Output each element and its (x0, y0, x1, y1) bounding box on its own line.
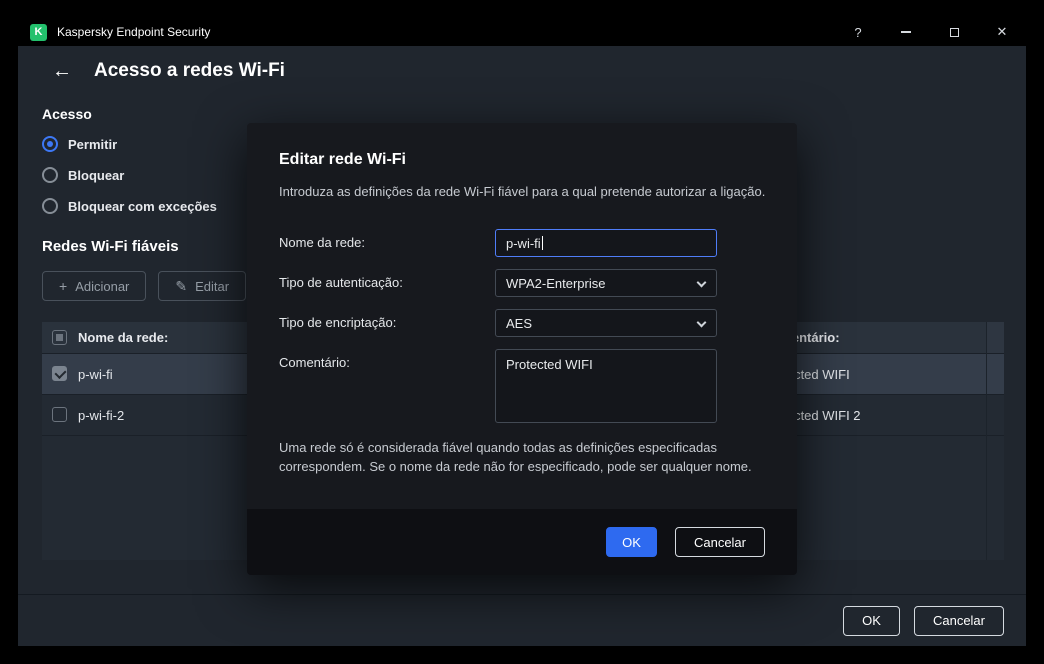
window-footer: OK Cancelar (18, 594, 1026, 646)
scrollbar-gutter (987, 322, 1004, 353)
titlebar: K Kaspersky Endpoint Security ? ✕ (18, 18, 1026, 46)
minimize-icon (901, 31, 911, 33)
network-name-cell: p-wi-fi (78, 367, 113, 382)
add-button-label: Adicionar (75, 278, 130, 294)
add-network-button[interactable]: + Adicionar (42, 271, 147, 301)
text-caret (541, 236, 543, 250)
maximize-icon (949, 27, 959, 37)
main-cancel-button[interactable]: Cancelar (913, 605, 1004, 636)
radio-label: Bloquear com exceções (68, 198, 217, 214)
encryption-type-label: Tipo de encriptação: (279, 315, 397, 330)
select-all-checkbox[interactable] (52, 329, 67, 345)
close-button[interactable]: ✕ (978, 18, 1026, 46)
comment-value: Protected WIFI (506, 357, 593, 372)
window-controls: ? ✕ (834, 18, 1026, 46)
window-title: Kaspersky Endpoint Security (57, 25, 211, 39)
dialog-footer: OK Cancelar (247, 509, 797, 575)
radio-label: Permitir (68, 136, 118, 152)
page-title: Acesso a redes Wi-Fi (94, 60, 285, 81)
auth-type-value: WPA2-Enterprise (506, 275, 606, 291)
encryption-type-select[interactable]: AES (495, 309, 717, 337)
dialog-ok-button[interactable]: OK (606, 527, 657, 557)
radio-option-bloquear[interactable]: Bloquear (42, 165, 124, 185)
network-name-cell: p-wi-fi-2 (78, 408, 125, 423)
row-checkbox[interactable] (52, 407, 67, 422)
radio-unselected-icon (42, 167, 58, 183)
edit-wifi-dialog: Editar rede Wi-Fi Introduza as definiçõe… (247, 123, 797, 575)
trusted-networks-heading: Redes Wi-Fi fiáveis (42, 238, 179, 255)
radio-label: Bloquear (68, 167, 125, 183)
radio-option-bloquear-excecoes[interactable]: Bloquear com exceções (42, 196, 217, 216)
table-toolbar: + Adicionar ✎ Editar (42, 271, 247, 301)
dialog-note: Uma rede só é considerada fiável quando … (279, 440, 752, 474)
chevron-down-icon (696, 277, 707, 288)
screen: K Kaspersky Endpoint Security ? ✕ ← Aces… (0, 0, 1044, 664)
network-name-value: p-wi-fi (506, 235, 541, 251)
edit-button-label: Editar (195, 278, 230, 294)
chevron-down-icon (696, 317, 707, 328)
maximize-button[interactable] (930, 18, 978, 46)
edit-network-button[interactable]: ✎ Editar (158, 271, 247, 301)
comment-label: Comentário: (279, 355, 350, 370)
network-name-input[interactable]: p-wi-fi (495, 229, 717, 257)
name-column-header[interactable]: Nome da rede: (78, 330, 168, 345)
row-checkbox[interactable] (52, 366, 67, 381)
back-button[interactable]: ← (52, 60, 72, 83)
radio-option-permitir[interactable]: Permitir (42, 134, 117, 154)
network-name-label: Nome da rede: (279, 235, 365, 250)
auth-type-select[interactable]: WPA2-Enterprise (495, 269, 717, 297)
radio-unselected-icon (42, 198, 58, 214)
main-ok-button[interactable]: OK (843, 605, 900, 636)
dialog-title: Editar rede Wi-Fi (279, 151, 406, 168)
dialog-cancel-button[interactable]: Cancelar (674, 527, 765, 557)
kaspersky-logo: K (30, 23, 47, 41)
dialog-description: Introduza as definições da rede Wi-Fi fi… (279, 184, 766, 199)
pencil-icon: ✎ (175, 277, 188, 294)
minimize-button[interactable] (882, 18, 930, 46)
encryption-type-value: AES (506, 315, 533, 331)
help-button[interactable]: ? (834, 18, 882, 46)
radio-selected-icon (42, 136, 58, 152)
auth-type-label: Tipo de autenticação: (279, 275, 403, 290)
plus-icon: + (59, 278, 68, 294)
access-section-heading: Acesso (42, 106, 92, 122)
comment-textarea[interactable]: Protected WIFI (495, 349, 717, 423)
